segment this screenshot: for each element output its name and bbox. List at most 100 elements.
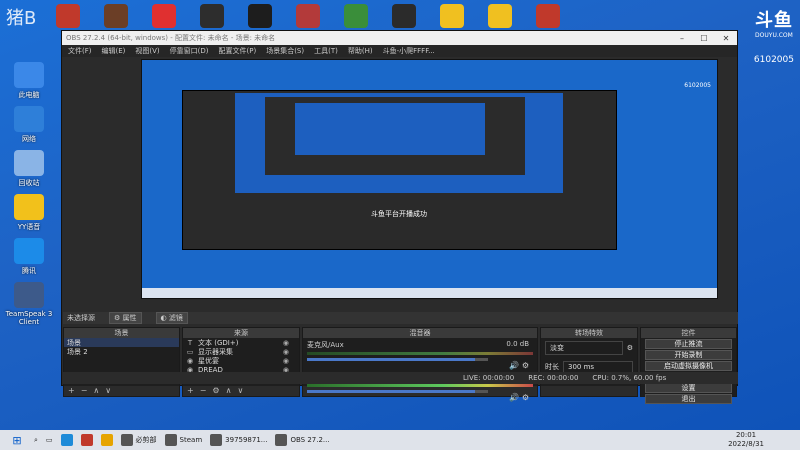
mixer-header: 混音器 [303, 328, 537, 338]
desktop-icon-item[interactable]: 腾讯 [4, 238, 54, 276]
store-icon[interactable] [80, 434, 93, 446]
volume-icon[interactable]: 🔊 ⚙ [509, 361, 529, 370]
menu-item[interactable]: 帮助(H) [348, 46, 373, 56]
source-toolbar: 未选择源 ⚙ 属性 ◐ 滤镜 [63, 312, 738, 324]
controls-header: 控件 [641, 328, 736, 338]
add-source-icon[interactable]: + [187, 386, 194, 396]
edge-icon[interactable] [60, 434, 73, 446]
task-view-icon[interactable]: ▭ [46, 436, 53, 444]
control-button[interactable]: 停止推流 [645, 339, 732, 349]
source-item[interactable]: ◉ 星优宴 ◉ [183, 356, 299, 365]
menu-item[interactable]: 文件(F) [68, 46, 92, 56]
scene-item[interactable]: 场景 2 [64, 347, 179, 356]
taskbar-app-icon [120, 434, 133, 446]
menu-item[interactable]: 场景集合(S) [266, 46, 304, 56]
desktop-shortcut-icon[interactable] [152, 4, 176, 28]
chrome-icon[interactable] [100, 434, 113, 446]
nested-screen [235, 93, 563, 193]
stream-success-message: 斗鱼平台开播成功 [371, 210, 427, 218]
desktop-icon-item[interactable]: YY语音 [4, 194, 54, 232]
clock-time: 20:01 [735, 431, 757, 439]
move-up-icon[interactable]: ∧ [226, 386, 232, 396]
desktop-icon-item[interactable]: 网络 [4, 106, 54, 144]
control-button[interactable]: 开始录制 [645, 350, 732, 360]
desktop-shortcut-icon[interactable] [440, 4, 464, 28]
rec-status: REC: 00:00:00 [528, 374, 579, 382]
transition-select-row: 淡变 ⚙ [541, 338, 637, 358]
preview-brand-mini: 6102005 [684, 82, 711, 89]
taskbar-app[interactable]: 必剪部 [120, 434, 157, 446]
scenes-header: 场景 [64, 328, 179, 338]
desktop-icon-item[interactable]: 此电脑 [4, 62, 54, 100]
source-settings-icon[interactable]: ⚙ [212, 386, 219, 396]
nested-preview: 斗鱼平台开播成功 [182, 90, 617, 250]
source-type-icon: ▭ [186, 347, 194, 356]
control-button[interactable]: 退出 [645, 394, 732, 404]
volume-fill [307, 390, 476, 393]
taskbar-app[interactable]: OBS 27.2... [275, 434, 330, 446]
menu-item[interactable]: 编辑(E) [102, 46, 126, 56]
desktop-shortcut-icon[interactable] [488, 4, 512, 28]
desktop-shortcut-icon[interactable] [56, 4, 80, 28]
desktop-shortcut-icon[interactable] [104, 4, 128, 28]
menu-item[interactable]: 工具(T) [314, 46, 338, 56]
visibility-icon[interactable]: ◉ [283, 348, 289, 356]
desktop-icon-label: YY语音 [17, 223, 41, 231]
mixer-dock: 混音器 麦克风/Aux0.0 dB🔊 ⚙桌面音频0.0 dB🔊 ⚙ [302, 327, 538, 402]
desktop-shortcut-icon[interactable] [536, 4, 560, 28]
properties-button[interactable]: ⚙ 属性 [109, 312, 142, 324]
desktop-shortcut-icon[interactable] [296, 4, 320, 28]
remove-source-icon[interactable]: − [200, 386, 207, 396]
source-label: 星优宴 [198, 356, 219, 365]
desktop-icon-item[interactable]: 回收站 [4, 150, 54, 188]
desktop-shortcut-icon[interactable] [392, 4, 416, 28]
transition-settings-icon[interactable]: ⚙ [627, 344, 633, 352]
windows-start-icon[interactable]: ⊞ [0, 434, 34, 447]
desktop-icon-item[interactable]: TeamSpeak 3 Client [4, 282, 54, 326]
control-button[interactable]: 启动虚拟摄像机 [645, 361, 732, 371]
track-name: 麦克风/Aux [307, 341, 344, 349]
move-down-icon[interactable]: ∨ [237, 386, 243, 396]
taskbar-app[interactable]: 39759871... [210, 434, 267, 446]
nested-screen-3 [295, 103, 485, 155]
transition-select[interactable]: 淡变 [545, 341, 623, 355]
remove-scene-icon[interactable]: − [81, 386, 88, 396]
scenes-footer: + − ∧ ∨ [64, 386, 179, 396]
desktop-icon-label: 回收站 [18, 179, 40, 187]
taskbar-app-icon [164, 434, 177, 446]
taskbar-app-label: 必剪部 [135, 436, 157, 444]
system-clock[interactable]: 20:01 2022/8/31 [728, 431, 764, 449]
desktop-app-icon [14, 106, 44, 132]
taskbar-app-label: 39759871... [225, 436, 268, 444]
move-up-icon[interactable]: ∧ [93, 386, 99, 396]
desktop-shortcut-icon[interactable] [248, 4, 272, 28]
control-button[interactable]: 设置 [645, 383, 732, 393]
visibility-icon[interactable]: ◉ [283, 357, 289, 365]
volume-icon[interactable]: 🔊 ⚙ [509, 393, 529, 402]
menu-item[interactable]: 配置文件(P) [219, 46, 257, 56]
minimize-button[interactable]: – [671, 34, 693, 43]
menu-item[interactable]: 斗鱼-小爬FFFF... [383, 46, 435, 56]
volume-slider[interactable] [307, 358, 488, 361]
desktop-shortcut-icon[interactable] [200, 4, 224, 28]
properties-label: 属性 [122, 314, 137, 322]
watermark-text: 猪B [6, 8, 37, 29]
desktop-app-icon [14, 282, 44, 308]
close-button[interactable]: ✕ [715, 34, 737, 43]
mixer-track: 麦克风/Aux 0.0 dB 🔊 ⚙ [307, 340, 533, 370]
desktop-app-icon [14, 238, 44, 264]
menu-item[interactable]: 停靠窗口(D) [170, 46, 209, 56]
preview-canvas[interactable]: 6102005 斗鱼平台开播成功 [141, 59, 718, 299]
move-down-icon[interactable]: ∨ [105, 386, 111, 396]
taskbar-app[interactable]: Steam [164, 434, 202, 446]
visibility-icon[interactable]: ◉ [283, 339, 289, 347]
filters-button[interactable]: ◐ 滤镜 [155, 312, 188, 324]
maximize-button[interactable]: ☐ [693, 34, 715, 43]
taskbar-apps: 必剪部 Steam 39759871... OBS 27.2... [120, 434, 338, 446]
add-scene-icon[interactable]: + [68, 386, 75, 396]
volume-slider[interactable] [307, 390, 488, 393]
desktop-shortcut-icon[interactable] [344, 4, 368, 28]
search-icon[interactable]: ⌕ [34, 436, 38, 445]
obs-window: OBS 27.2.4 (64-bit, windows) - 配置文件: 未命名… [61, 30, 738, 404]
menu-item[interactable]: 视图(V) [135, 46, 159, 56]
